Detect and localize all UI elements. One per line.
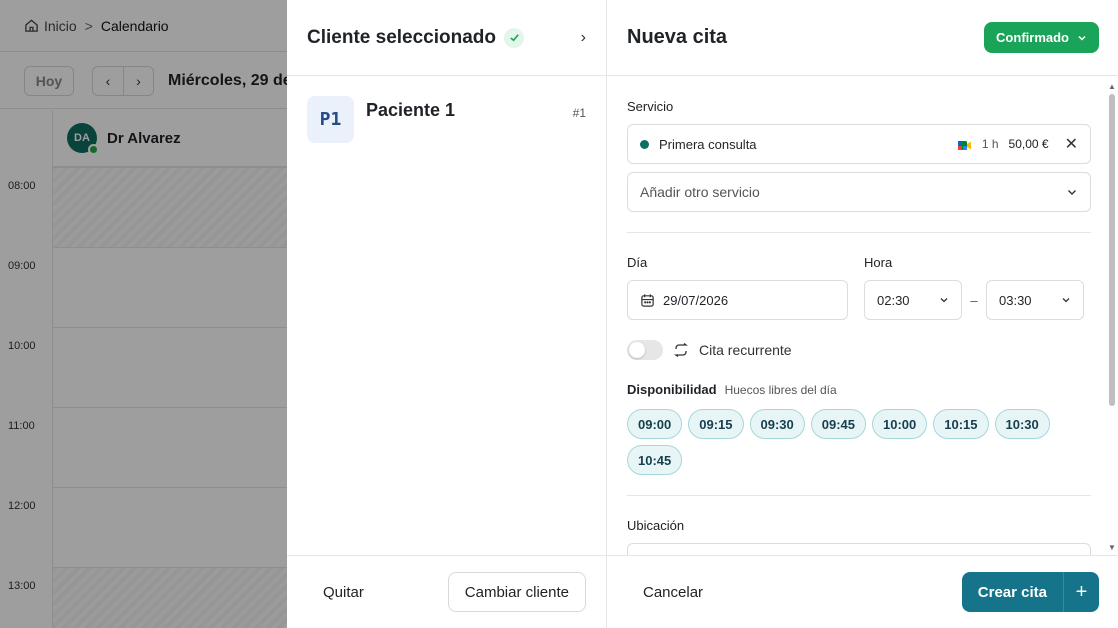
service-price: 50,00 € [1008, 137, 1049, 151]
recurrent-row: Cita recurrente [627, 340, 1091, 360]
section-divider [627, 495, 1091, 496]
availability-header: Disponibilidad Huecos libres del día [627, 382, 1091, 397]
create-appointment-group: Crear cita + [961, 572, 1099, 612]
time-slot-button[interactable]: 09:00 [627, 409, 683, 439]
date-value: 29/07/2026 [663, 292, 729, 308]
scrollbar[interactable]: ▲ ▼ [1108, 82, 1116, 552]
scroll-up-icon[interactable]: ▲ [1108, 82, 1116, 91]
client-panel-footer: Quitar Cambiar cliente [287, 555, 606, 628]
patient-avatar: P1 [307, 96, 354, 143]
time-slot-button[interactable]: 10:15 [933, 409, 989, 439]
time-label: Hora [864, 255, 893, 270]
add-service-select[interactable]: Añadir otro servicio [627, 172, 1091, 212]
appointment-header: Nueva cita Confirmado [607, 0, 1118, 76]
time-slot-button[interactable]: 09:15 [688, 409, 744, 439]
availability-slots: 09:00 09:15 09:30 09:45 10:00 10:15 10:3… [627, 409, 1057, 475]
end-time-value: 03:30 [999, 292, 1032, 308]
recurrent-label: Cita recurrente [699, 342, 792, 358]
chevron-right-icon[interactable]: › [581, 29, 586, 47]
time-slot-button[interactable]: 10:30 [994, 409, 1050, 439]
chevron-down-icon [1068, 190, 1076, 195]
time-slot-button[interactable]: 10:00 [872, 409, 928, 439]
patient-name: Paciente 1 [366, 100, 456, 120]
service-item[interactable]: Primera consulta 1 h 50,00 € ✕ [627, 124, 1091, 164]
video-call-icon [957, 139, 972, 150]
end-time-select[interactable]: 03:30 [986, 280, 1084, 320]
change-client-button[interactable]: Cambiar cliente [447, 572, 586, 612]
status-dropdown[interactable]: Confirmado [984, 22, 1099, 53]
service-label: Servicio [627, 99, 674, 114]
appointment-panel: Nueva cita Confirmado Servicio Primera c… [607, 0, 1118, 628]
plus-icon[interactable]: + [1063, 572, 1099, 612]
time-slot-button[interactable]: 09:45 [810, 409, 866, 439]
remove-client-button[interactable]: Quitar [323, 584, 364, 601]
availability-title: Disponibilidad [627, 382, 717, 397]
page-title: Nueva cita [627, 26, 728, 48]
create-appointment-button[interactable]: Crear cita [961, 572, 1063, 612]
time-slot-button[interactable]: 09:30 [749, 409, 805, 439]
start-time-value: 02:30 [877, 292, 910, 308]
date-field[interactable]: 29/07/2026 [627, 280, 848, 320]
chevron-down-icon [940, 298, 948, 303]
chevron-down-icon [1062, 298, 1070, 303]
service-color-dot [640, 139, 649, 149]
chevron-down-icon [1078, 35, 1086, 41]
check-icon [504, 27, 525, 48]
add-service-placeholder: Añadir otro servicio [640, 184, 760, 200]
appointment-form: Servicio Primera consulta 1 h 50,00 € ✕ … [607, 77, 1105, 556]
selected-patient[interactable]: P1 Paciente 1 #1 [287, 76, 606, 163]
cancel-button[interactable]: Cancelar [643, 584, 703, 601]
service-duration: 1 h [981, 137, 999, 151]
repeat-icon [674, 343, 688, 357]
time-slot-button[interactable]: 10:45 [627, 445, 683, 475]
scroll-down-icon[interactable]: ▼ [1108, 543, 1116, 552]
availability-subtitle: Huecos libres del día [724, 383, 837, 397]
client-panel-header: Cliente seleccionado › [287, 0, 606, 76]
date-time-row: Día 29/07/2026 Hora 02:30 – 03:30 [627, 233, 1091, 320]
status-label: Confirmado [996, 30, 1069, 45]
service-name: Primera consulta [659, 136, 757, 152]
recurrent-toggle[interactable] [627, 340, 663, 360]
appointment-footer: Cancelar Crear cita + [607, 555, 1118, 628]
day-label: Día [627, 255, 648, 270]
location-label: Ubicación [627, 518, 685, 533]
patient-number: #1 [572, 106, 586, 120]
scrollbar-thumb[interactable] [1109, 94, 1115, 406]
time-separator: – [970, 292, 978, 308]
client-panel-title: Cliente seleccionado [307, 26, 497, 48]
start-time-select[interactable]: 02:30 [864, 280, 962, 320]
client-panel: Cliente seleccionado › P1 Paciente 1 #1 … [287, 0, 607, 628]
calendar-icon [641, 293, 654, 307]
close-icon[interactable]: ✕ [1065, 134, 1078, 154]
